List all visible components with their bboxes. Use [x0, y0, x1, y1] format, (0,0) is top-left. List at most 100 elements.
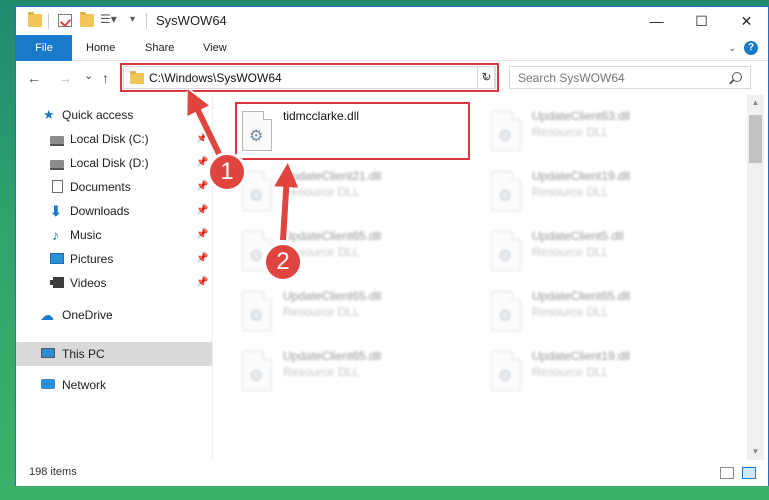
file-name: UpdateClient65.dll: [283, 229, 382, 243]
divider: [146, 13, 147, 29]
search-icon[interactable]: [732, 72, 742, 82]
sidebar-item-onedrive[interactable]: ☁ OneDrive: [16, 303, 212, 327]
sidebar-item-downloads[interactable]: ⬇ Downloads 📌: [16, 199, 212, 223]
dll-file-icon: ⚙: [491, 111, 521, 151]
disk-icon: [50, 160, 64, 170]
dll-file-icon: ⚙: [491, 231, 521, 271]
maximize-button[interactable]: ☐: [679, 7, 724, 35]
sidebar-item-quick-access[interactable]: ★ Quick access: [16, 103, 212, 127]
file-type: Resource DLL: [532, 185, 609, 199]
dll-file-icon: ⚙: [242, 291, 272, 331]
gear-icon: ⚙: [249, 248, 264, 265]
customize-toolbar-icon[interactable]: ☰▾: [100, 12, 117, 26]
network-icon: [41, 379, 55, 389]
file-item[interactable]: ⚙ UpdateClient65.dll Resource DLL: [234, 345, 474, 405]
dll-file-icon: ⚙: [491, 291, 521, 331]
scroll-down-arrow-icon[interactable]: ▼: [747, 444, 764, 460]
file-type: Resource DLL: [532, 365, 609, 379]
file-name: UpdateClient65.dll: [283, 289, 382, 303]
sidebar-item-network[interactable]: Network: [16, 373, 212, 397]
gear-icon: ⚙: [249, 308, 264, 325]
details-view-icon[interactable]: [720, 467, 734, 479]
dll-file-icon: ⚙: [491, 351, 521, 391]
sidebar-item-this-pc[interactable]: This PC: [16, 342, 212, 366]
file-name: UpdateClient21.dll: [283, 169, 382, 183]
ribbon: File Home Share View ⌄ ?: [16, 35, 768, 61]
dll-file-icon: ⚙: [242, 171, 272, 211]
properties-icon[interactable]: [58, 14, 72, 27]
file-type: Resource DLL: [532, 305, 609, 319]
status-bar: 198 items: [16, 460, 768, 486]
search-input[interactable]: Search SysWOW64: [518, 71, 625, 85]
sidebar-item-local-disk-d[interactable]: Local Disk (D:) 📌: [16, 151, 212, 175]
file-explorer-window: ☰▾ ▾ SysWOW64 — ☐ ✕ File Home Share View…: [15, 6, 769, 486]
address-highlight-box: [120, 63, 499, 92]
file-item[interactable]: ⚙ UpdateClient21.dll Resource DLL: [234, 165, 474, 225]
file-type: Resource DLL: [532, 245, 609, 259]
search-box[interactable]: Search SysWOW64: [509, 66, 751, 89]
gear-icon: ⚙: [498, 248, 513, 265]
music-icon: ♪: [52, 227, 59, 243]
tab-home[interactable]: Home: [74, 35, 127, 61]
step-1-badge: 1: [207, 152, 247, 192]
file-item[interactable]: ⚙ UpdateClient5.dll Resource DLL: [483, 225, 723, 285]
file-name: UpdateClient65.dll: [283, 349, 382, 363]
gear-icon: ⚙: [498, 368, 513, 385]
gear-icon: ⚙: [249, 188, 264, 205]
dll-file-icon: ⚙: [242, 351, 272, 391]
vertical-scrollbar[interactable]: ▲ ▼: [747, 95, 764, 460]
up-button[interactable]: ↑: [102, 70, 109, 86]
divider: [48, 13, 49, 29]
file-highlight-box: [235, 102, 470, 160]
onedrive-icon: ☁: [40, 307, 54, 323]
pin-icon: 📌: [196, 181, 209, 192]
file-name: UpdateClient19.dll: [532, 169, 631, 183]
file-name: UpdateClient19.dll: [532, 349, 631, 363]
folder-icon: [28, 12, 42, 27]
file-item[interactable]: ⚙ UpdateClient65.dll Resource DLL: [483, 285, 723, 345]
window-title: SysWOW64: [156, 13, 227, 28]
forward-button[interactable]: →: [58, 70, 72, 86]
tab-view[interactable]: View: [191, 35, 239, 61]
large-icons-view-icon[interactable]: [742, 467, 756, 479]
tab-share[interactable]: Share: [133, 35, 186, 61]
sidebar-item-pictures[interactable]: Pictures 📌: [16, 247, 212, 271]
file-item[interactable]: ⚙ UpdateClient65.dll Resource DLL: [234, 285, 474, 345]
close-button[interactable]: ✕: [724, 7, 769, 35]
file-item[interactable]: ⚙ UpdateClient63.dll Resource DLL: [483, 105, 723, 165]
gear-icon: ⚙: [498, 128, 513, 145]
file-type: Resource DLL: [283, 305, 360, 319]
tab-file[interactable]: File: [16, 35, 72, 61]
scroll-up-arrow-icon[interactable]: ▲: [747, 95, 764, 111]
file-name: UpdateClient65.dll: [532, 289, 631, 303]
dll-file-icon: ⚙: [491, 171, 521, 211]
file-item[interactable]: ⚙ UpdateClient19.dll Resource DLL: [483, 345, 723, 405]
item-count: 198 items: [29, 466, 77, 478]
disk-icon: [50, 136, 64, 146]
file-name: UpdateClient5.dll: [532, 229, 624, 243]
help-icon[interactable]: ?: [744, 41, 758, 55]
sidebar-item-videos[interactable]: Videos 📌: [16, 271, 212, 295]
navigation-pane: ★ Quick access Local Disk (C:) 📌 Local D…: [16, 95, 212, 460]
videos-icon: [50, 277, 64, 288]
sidebar-item-documents[interactable]: Documents 📌: [16, 175, 212, 199]
recent-locations-button[interactable]: ⌄: [84, 69, 93, 82]
star-icon: ★: [43, 107, 55, 122]
title-bar: ☰▾ ▾ SysWOW64 — ☐ ✕: [16, 7, 768, 35]
sidebar-item-local-disk-c[interactable]: Local Disk (C:) 📌: [16, 127, 212, 151]
file-name: UpdateClient63.dll: [532, 109, 631, 123]
quick-access-dropdown-icon[interactable]: ▾: [130, 14, 144, 27]
pin-icon: 📌: [196, 253, 209, 264]
new-folder-icon[interactable]: [80, 12, 94, 27]
downloads-icon: ⬇: [50, 203, 62, 219]
minimize-button[interactable]: —: [634, 7, 679, 35]
chevron-down-icon[interactable]: ⌄: [728, 43, 736, 54]
file-item[interactable]: ⚙ UpdateClient19.dll Resource DLL: [483, 165, 723, 225]
back-button[interactable]: ←: [27, 70, 41, 86]
scroll-thumb[interactable]: [749, 115, 762, 163]
gear-icon: ⚙: [249, 368, 264, 385]
pin-icon: 📌: [196, 277, 209, 288]
pin-icon: 📌: [196, 229, 209, 240]
sidebar-item-music[interactable]: ♪ Music 📌: [16, 223, 212, 247]
pc-icon: [41, 348, 55, 358]
